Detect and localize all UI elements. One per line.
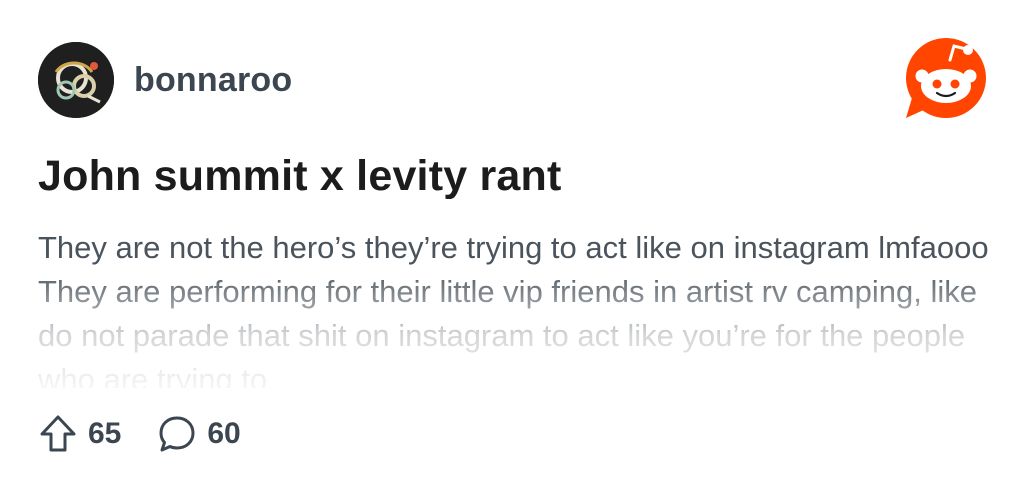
- comments-button[interactable]: 60: [157, 414, 241, 454]
- comment-bubble-icon: [159, 416, 195, 452]
- post-body-text: They are not the hero’s they’re trying t…: [38, 230, 989, 388]
- subreddit-avatar[interactable]: [38, 42, 114, 118]
- comment-count: 60: [207, 417, 241, 450]
- post-body[interactable]: They are not the hero’s they’re trying t…: [38, 226, 998, 388]
- upvote-button[interactable]: 65: [38, 414, 121, 454]
- upvote-arrow-icon: [40, 415, 76, 452]
- avatar-artwork-icon: [38, 42, 114, 118]
- post-actions: 65 60: [38, 414, 241, 454]
- post-header: bonnaroo: [38, 42, 292, 118]
- subreddit-name[interactable]: bonnaroo: [134, 61, 292, 100]
- reddit-snoo-icon: [902, 36, 988, 122]
- upvote-count: 65: [88, 417, 122, 450]
- post-title[interactable]: John summit x levity rant: [38, 152, 562, 201]
- post-card[interactable]: bonnaroo John summit x levity rant They …: [0, 0, 1023, 498]
